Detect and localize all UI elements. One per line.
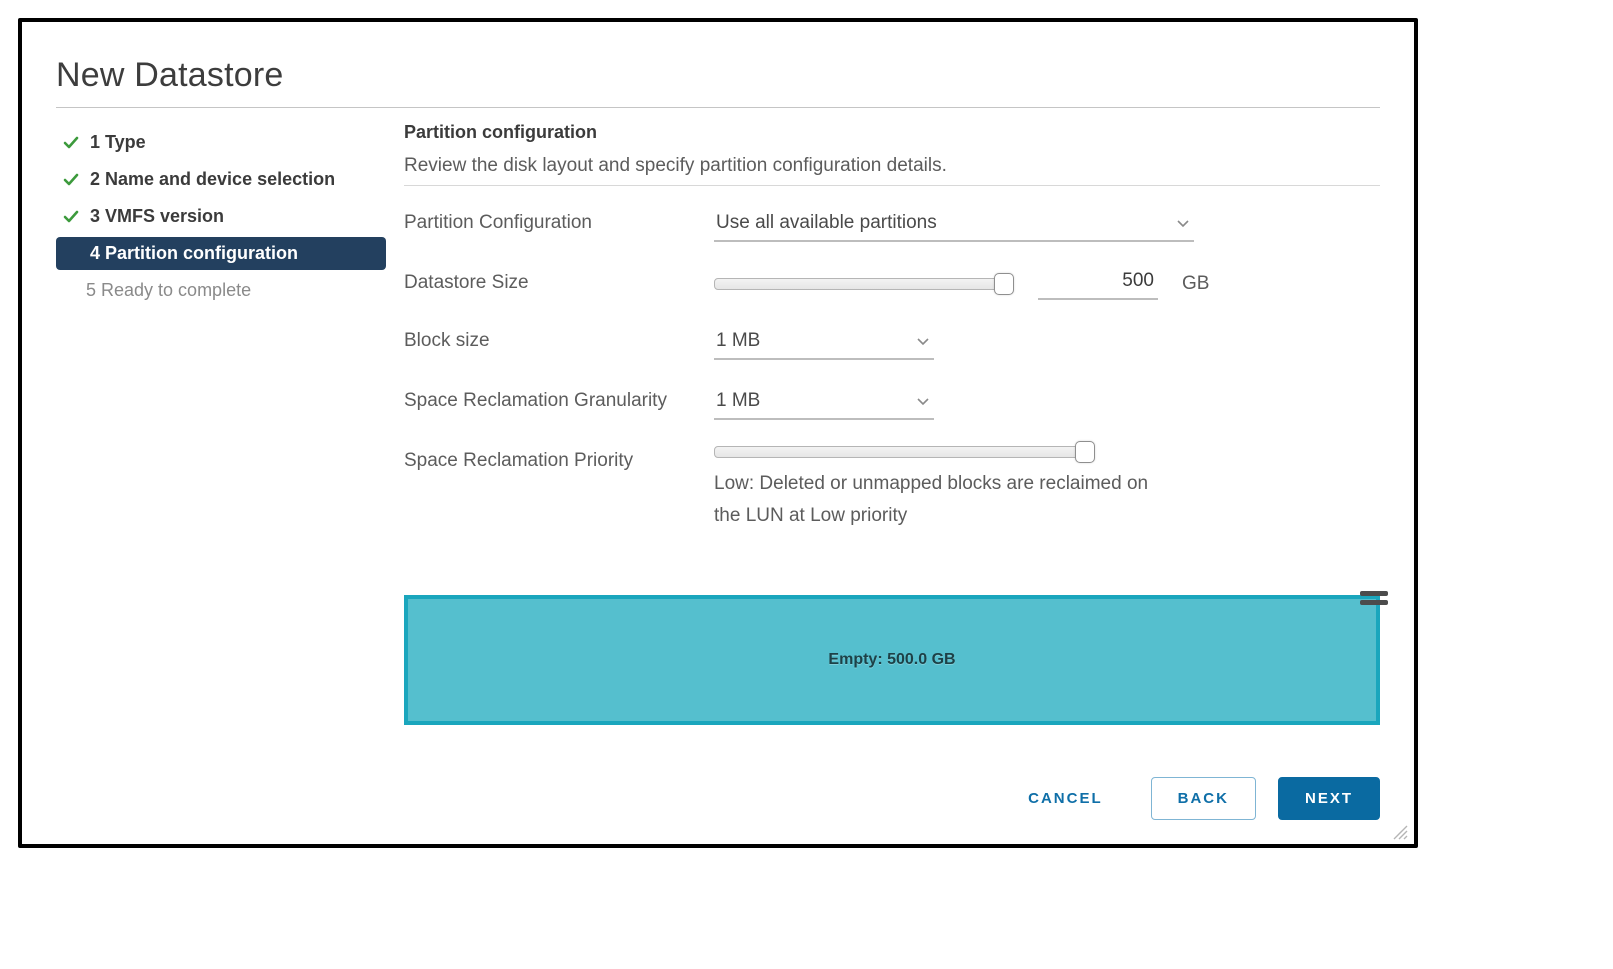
datastore-size-input[interactable] bbox=[1038, 268, 1158, 300]
partition-config-select[interactable]: Use all available partitions bbox=[714, 208, 1194, 242]
slider-thumb[interactable] bbox=[994, 273, 1014, 295]
slider-thumb[interactable] bbox=[1075, 441, 1095, 463]
partition-resize-handle[interactable] bbox=[1360, 591, 1388, 609]
chevron-down-icon bbox=[1176, 217, 1190, 231]
chevron-down-icon bbox=[916, 395, 930, 409]
check-icon bbox=[62, 134, 80, 152]
block-size-value: 1 MB bbox=[716, 330, 760, 352]
datastore-size-slider[interactable] bbox=[714, 278, 1014, 290]
dialog-content: 1 Type 2 Name and device selection 3 VMF… bbox=[56, 122, 1380, 820]
disk-layout-bar: Empty: 500.0 GB bbox=[404, 595, 1380, 725]
pane-title: Partition configuration bbox=[404, 122, 1380, 143]
disk-segment-label: Empty: 500.0 GB bbox=[828, 651, 955, 669]
chevron-down-icon bbox=[916, 335, 930, 349]
reclaim-priority-label: Space Reclamation Priority bbox=[404, 446, 714, 472]
wizard-step-type[interactable]: 1 Type bbox=[56, 126, 386, 159]
wizard-step-label: 5 Ready to complete bbox=[86, 280, 251, 301]
reclaim-granularity-label: Space Reclamation Granularity bbox=[404, 386, 714, 412]
divider bbox=[404, 185, 1380, 186]
check-icon bbox=[62, 171, 80, 189]
block-size-label: Block size bbox=[404, 326, 714, 352]
resize-grip-icon[interactable] bbox=[1390, 822, 1408, 840]
wizard-step-vmfs-version[interactable]: 3 VMFS version bbox=[56, 200, 386, 233]
check-icon bbox=[62, 208, 80, 226]
wizard-steps: 1 Type 2 Name and device selection 3 VMF… bbox=[56, 122, 386, 820]
wizard-step-partition-config[interactable]: 4 Partition configuration bbox=[56, 237, 386, 270]
dialog-footer: CANCEL BACK NEXT bbox=[404, 751, 1380, 820]
back-button[interactable]: BACK bbox=[1151, 777, 1256, 820]
wizard-step-name-device[interactable]: 2 Name and device selection bbox=[56, 163, 386, 196]
partition-config-value: Use all available partitions bbox=[716, 212, 937, 234]
datastore-size-label: Datastore Size bbox=[404, 268, 714, 294]
new-datastore-dialog: New Datastore 1 Type 2 Name and device s… bbox=[18, 18, 1418, 848]
reclaim-priority-slider[interactable] bbox=[714, 446, 1094, 458]
cancel-button[interactable]: CANCEL bbox=[1002, 778, 1129, 819]
reclaim-granularity-value: 1 MB bbox=[716, 390, 760, 412]
wizard-step-label: 4 Partition configuration bbox=[90, 243, 298, 264]
next-button[interactable]: NEXT bbox=[1278, 777, 1380, 820]
wizard-step-label: 3 VMFS version bbox=[90, 206, 224, 227]
wizard-step-ready: 5 Ready to complete bbox=[56, 274, 386, 307]
partition-form: Partition Configuration Use all availabl… bbox=[404, 208, 1380, 533]
partition-config-pane: Partition configuration Review the disk … bbox=[386, 122, 1380, 820]
partition-config-label: Partition Configuration bbox=[404, 208, 714, 234]
reclaim-priority-description: Low: Deleted or unmapped blocks are recl… bbox=[714, 468, 1174, 533]
pane-description: Review the disk layout and specify parti… bbox=[404, 155, 1380, 177]
dialog-title: New Datastore bbox=[56, 56, 1380, 95]
block-size-select[interactable]: 1 MB bbox=[714, 326, 934, 360]
reclaim-granularity-select[interactable]: 1 MB bbox=[714, 386, 934, 420]
datastore-size-unit: GB bbox=[1182, 273, 1209, 295]
wizard-step-label: 1 Type bbox=[90, 132, 146, 153]
divider bbox=[56, 107, 1380, 108]
wizard-step-label: 2 Name and device selection bbox=[90, 169, 335, 190]
